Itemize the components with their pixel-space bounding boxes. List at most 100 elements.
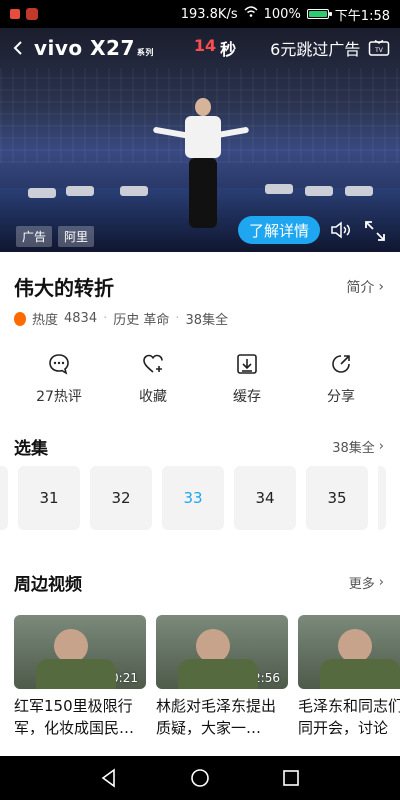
comments-label: 27热评 <box>36 389 82 405</box>
chevron-right-icon: › <box>378 278 384 295</box>
video-card[interactable]: 01 毛泽东和同志们一同开会，讨论 <box>298 615 400 739</box>
learn-more-button[interactable]: 了解详情 <box>238 216 320 244</box>
video-chair <box>120 186 148 196</box>
video-chair <box>28 188 56 198</box>
dancer-shirt <box>185 116 221 158</box>
video-duration: 02:56 <box>245 671 280 685</box>
status-bar: 193.8K/s 100% 下午1:58 <box>0 0 400 28</box>
video-card[interactable]: 00:21 红军150里极限行军，化妆成国民… <box>14 615 146 739</box>
skip-ad-button[interactable]: 6元跳过广告 <box>270 36 360 60</box>
episode-item-active[interactable]: 33 <box>162 466 224 530</box>
battery-fill <box>308 11 327 17</box>
download-button[interactable]: 缓存 <box>207 352 287 406</box>
intro-link[interactable]: 简介 › <box>346 277 384 297</box>
video-dancer <box>152 98 250 248</box>
episode-row: 31 32 33 34 35 <box>0 466 400 530</box>
video-thumbnail: 02:56 <box>156 615 288 689</box>
wifi-icon <box>244 6 258 22</box>
ad-tags: 广告 阿里 <box>16 226 95 247</box>
comments-button[interactable]: 27热评 <box>19 352 99 406</box>
video-caption: 林彪对毛泽东提出质疑，大家一… <box>156 697 277 737</box>
back-icon[interactable] <box>10 40 26 56</box>
episodes-all-label: 38集全 <box>332 441 375 456</box>
heat-label: 热度 <box>32 313 59 328</box>
video-card[interactable]: 02:56 林彪对毛泽东提出质疑，大家一… <box>156 615 288 739</box>
nearby-title: 周边视频 <box>14 575 82 595</box>
episodes-total: 38集全 <box>185 313 229 328</box>
action-row: 27热评 收藏 缓存 分享 <box>0 328 400 406</box>
meta-separator: · <box>103 311 108 326</box>
show-meta: 热度 4834 · 历史 革命 · 38集全 <box>0 301 400 328</box>
status-left <box>10 8 38 20</box>
nav-recents-icon[interactable] <box>279 766 303 790</box>
dancer-head <box>195 98 211 116</box>
heart-plus-icon <box>143 354 163 373</box>
fire-icon <box>14 311 26 326</box>
comment-icon <box>49 354 69 375</box>
status-right: 193.8K/s 100% 下午1:58 <box>181 5 390 24</box>
ad-tag: 广告 <box>16 226 53 247</box>
episodes-title: 选集 <box>14 439 48 459</box>
favorite-label: 收藏 <box>139 389 167 405</box>
ad-countdown-number: 14 <box>193 36 217 55</box>
video-thumbnail: 01 <box>298 615 400 689</box>
intro-label: 简介 <box>346 279 375 296</box>
meta-separator: · <box>175 311 180 326</box>
ad-brand-name: vivo X27 <box>34 36 135 60</box>
title-row: 伟大的转折 简介 › <box>0 252 400 301</box>
show-title: 伟大的转折 <box>14 276 114 300</box>
episode-item[interactable]: 35 <box>306 466 368 530</box>
video-thumbnail: 00:21 <box>14 615 146 689</box>
chevron-right-icon: › <box>378 575 384 590</box>
video-caption: 毛泽东和同志们一同开会，讨论 <box>298 697 400 737</box>
favorite-button[interactable]: 收藏 <box>113 352 193 406</box>
video-caption: 红军150里极限行军，化妆成国民… <box>14 697 135 737</box>
nav-home-icon[interactable] <box>188 766 212 790</box>
share-button[interactable]: 分享 <box>301 352 381 406</box>
share-icon <box>332 355 350 373</box>
system-navigation-bar <box>0 756 400 800</box>
video-chair <box>305 186 333 196</box>
ad-brand-suffix: 系列 <box>136 48 154 57</box>
episode-item[interactable]: 32 <box>90 466 152 530</box>
ad-topbar: vivo X27 系列 14 秒 6元跳过广告 TV <box>0 28 400 68</box>
nearby-more-label: 更多 <box>348 577 375 592</box>
episodes-all-link[interactable]: 38集全 › <box>332 437 384 456</box>
download-label: 缓存 <box>233 389 261 405</box>
download-icon <box>237 354 257 374</box>
ad-brand: vivo X27 系列 <box>34 36 154 60</box>
episode-item-partial[interactable] <box>0 466 8 530</box>
dancer-legs <box>189 158 217 228</box>
video-duration: 00:21 <box>103 671 138 685</box>
battery-percent: 100% <box>263 6 301 22</box>
app-notification-icon <box>26 8 38 20</box>
ad-tag: 阿里 <box>58 226 95 247</box>
nearby-thumb-list: 00:21 红军150里极限行军，化妆成国民… 02:56 林彪对毛泽东提出质疑… <box>0 595 400 739</box>
svg-text:TV: TV <box>374 47 384 54</box>
show-genre: 历史 革命 <box>113 313 170 328</box>
episode-item[interactable]: 34 <box>234 466 296 530</box>
show-info: 伟大的转折 简介 › 热度 4834 · 历史 革命 · 38集全 27热评 收… <box>0 252 400 406</box>
clock: 下午1:58 <box>334 8 390 24</box>
nearby-header: 周边视频 更多 › <box>0 570 400 595</box>
episode-item-partial[interactable] <box>378 466 386 530</box>
fullscreen-icon[interactable] <box>364 220 386 242</box>
episode-list: 31 32 33 34 35 <box>0 466 400 530</box>
tv-cast-icon[interactable]: TV <box>368 39 390 57</box>
ad-countdown: 14 秒 <box>194 36 236 60</box>
share-label: 分享 <box>327 389 355 405</box>
nearby-videos: 周边视频 更多 › 00:21 红军150里极限行军，化妆成国民… 02:56 … <box>0 570 400 739</box>
ad-countdown-unit: 秒 <box>220 40 237 59</box>
nav-back-icon[interactable] <box>97 766 121 790</box>
heat-value: 4834 <box>64 311 98 326</box>
episodes-header: 选集 38集全 › <box>0 434 400 459</box>
chevron-right-icon: › <box>378 439 384 454</box>
network-speed: 193.8K/s <box>180 6 238 22</box>
episode-item[interactable]: 31 <box>18 466 80 530</box>
video-chair <box>66 186 94 196</box>
battery-icon <box>306 9 332 19</box>
video-chair <box>345 186 373 196</box>
volume-icon[interactable] <box>330 220 352 240</box>
nearby-more-link[interactable]: 更多 › <box>349 573 384 592</box>
notification-icon <box>10 9 20 19</box>
